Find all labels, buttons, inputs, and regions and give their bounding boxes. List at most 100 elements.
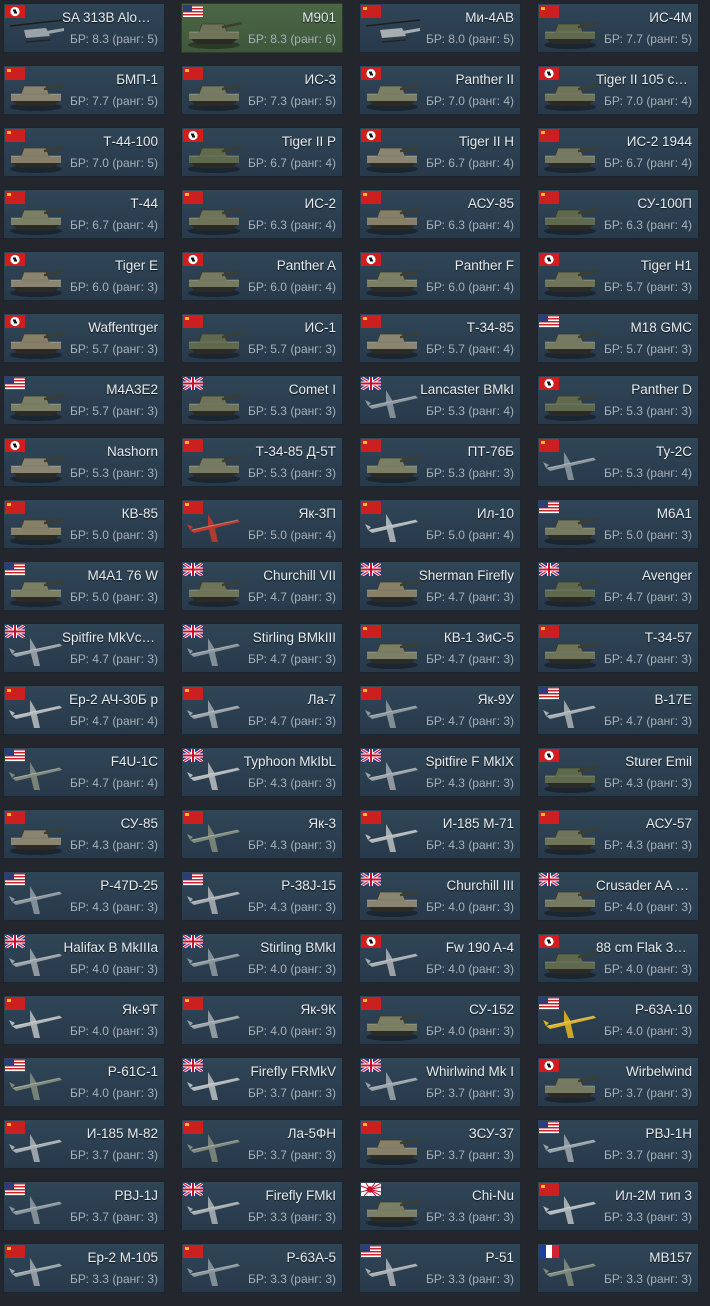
vehicle-card[interactable]: СУ-152 БР: 4.0 (ранг: 3) — [359, 995, 521, 1045]
vehicle-card[interactable]: Sturer Emil БР: 4.3 (ранг: 3) — [537, 747, 699, 797]
vehicle-card[interactable]: Nashorn БР: 5.3 (ранг: 3) — [3, 437, 165, 487]
vehicle-card[interactable]: Sherman Firefly БР: 4.7 (ранг: 3) — [359, 561, 521, 611]
battle-rating: БР: 6.7 (ранг: 4) — [248, 156, 336, 170]
vehicle-card[interactable]: Т-34-85 БР: 5.7 (ранг: 4) — [359, 313, 521, 363]
vehicle-card[interactable]: P-63A-5 БР: 3.3 (ранг: 3) — [181, 1243, 343, 1293]
vehicle-card[interactable]: Tiger II P БР: 6.7 (ранг: 4) — [181, 127, 343, 177]
ussr-flag-icon — [539, 5, 559, 18]
vehicle-card[interactable]: АСУ-85 БР: 6.3 (ранг: 4) — [359, 189, 521, 239]
vehicle-card[interactable]: P-61C-1 БР: 4.0 (ранг: 3) — [3, 1057, 165, 1107]
vehicle-card[interactable]: КВ-1 ЗиС-5 БР: 4.7 (ранг: 3) — [359, 623, 521, 673]
vehicle-card[interactable]: Comet I БР: 5.3 (ранг: 3) — [181, 375, 343, 425]
vehicle-card[interactable]: ИС-4М БР: 7.7 (ранг: 5) — [537, 3, 699, 53]
battle-rating: БР: 6.7 (ранг: 4) — [426, 156, 514, 170]
vehicle-card[interactable]: Ми-4АВ БР: 8.0 (ранг: 5) — [359, 3, 521, 53]
vehicle-card[interactable]: M6A1 БР: 5.0 (ранг: 3) — [537, 499, 699, 549]
vehicle-card[interactable]: Panther D БР: 5.3 (ранг: 3) — [537, 375, 699, 425]
vehicle-card[interactable]: Spitfire F MkIX БР: 4.3 (ранг: 3) — [359, 747, 521, 797]
vehicle-card[interactable]: Т-44 БР: 6.7 (ранг: 4) — [3, 189, 165, 239]
vehicle-card[interactable]: M901 БР: 8.3 (ранг: 6) — [181, 3, 343, 53]
vehicle-card[interactable]: Ла-5ФН БР: 3.7 (ранг: 3) — [181, 1119, 343, 1169]
vehicle-card[interactable]: БМП-1 БР: 7.7 (ранг: 5) — [3, 65, 165, 115]
vehicle-card[interactable]: Як-3 БР: 4.3 (ранг: 3) — [181, 809, 343, 859]
vehicle-card[interactable]: Т-34-57 БР: 4.7 (ранг: 3) — [537, 623, 699, 673]
vehicle-card[interactable]: Як-3П БР: 5.0 (ранг: 4) — [181, 499, 343, 549]
vehicle-card[interactable]: ПТ-76Б БР: 5.3 (ранг: 3) — [359, 437, 521, 487]
vehicle-card[interactable]: Як-9К БР: 4.0 (ранг: 3) — [181, 995, 343, 1045]
vehicle-card[interactable]: P-47D-25 БР: 4.3 (ранг: 3) — [3, 871, 165, 921]
vehicle-card[interactable]: Churchill III БР: 4.0 (ранг: 3) — [359, 871, 521, 921]
vehicle-card[interactable]: Tiger E БР: 6.0 (ранг: 3) — [3, 251, 165, 301]
vehicle-card[interactable]: Lancaster BMkI БР: 5.3 (ранг: 4) — [359, 375, 521, 425]
vehicle-card[interactable]: Ер-2 М-105 БР: 3.3 (ранг: 3) — [3, 1243, 165, 1293]
vehicle-card[interactable]: Ла-7 БР: 4.7 (ранг: 3) — [181, 685, 343, 735]
vehicle-card[interactable]: Tiger II 105 cm K… БР: 7.0 (ранг: 4) — [537, 65, 699, 115]
vehicle-card[interactable]: PBJ-1H БР: 3.7 (ранг: 3) — [537, 1119, 699, 1169]
vehicle-card[interactable]: Fw 190 A-4 БР: 4.0 (ранг: 3) — [359, 933, 521, 983]
vehicle-card[interactable]: Ту-2С БР: 5.3 (ранг: 4) — [537, 437, 699, 487]
vehicle-card[interactable]: Tiger H1 БР: 5.7 (ранг: 3) — [537, 251, 699, 301]
vehicle-card[interactable]: Як-9Т БР: 4.0 (ранг: 3) — [3, 995, 165, 1045]
vehicle-card[interactable]: Halifax B MkIIIa БР: 4.0 (ранг: 3) — [3, 933, 165, 983]
vehicle-card[interactable]: Т-44-100 БР: 7.0 (ранг: 5) — [3, 127, 165, 177]
vehicle-card[interactable]: ЗСУ-37 БР: 3.7 (ранг: 3) — [359, 1119, 521, 1169]
vehicle-card[interactable]: Spitfire MkVctrop БР: 4.7 (ранг: 3) — [3, 623, 165, 673]
vehicle-card[interactable]: Waffentrger БР: 5.7 (ранг: 3) — [3, 313, 165, 363]
vehicle-card[interactable]: Як-9У БР: 4.7 (ранг: 3) — [359, 685, 521, 735]
ussr-flag-icon — [5, 1245, 25, 1258]
vehicle-card[interactable]: Т-34-85 Д-5Т БР: 5.3 (ранг: 3) — [181, 437, 343, 487]
battle-rating: БР: 5.0 (ранг: 3) — [70, 590, 158, 604]
vehicle-card[interactable]: И-185 М-71 БР: 4.3 (ранг: 3) — [359, 809, 521, 859]
vehicle-card[interactable]: Churchill VII БР: 4.7 (ранг: 3) — [181, 561, 343, 611]
vehicle-card[interactable]: M18 GMC БР: 5.7 (ранг: 3) — [537, 313, 699, 363]
vehicle-card[interactable]: Ер-2 АЧ-30Б р БР: 4.7 (ранг: 4) — [3, 685, 165, 735]
battle-rating: БР: 4.7 (ранг: 3) — [248, 714, 336, 728]
vehicle-card[interactable]: 88 cm Flak 37 Sfl БР: 4.0 (ранг: 3) — [537, 933, 699, 983]
vehicle-name: F4U-1C — [110, 754, 158, 769]
vehicle-card[interactable]: Panther II БР: 7.0 (ранг: 4) — [359, 65, 521, 115]
vehicle-card[interactable]: SA 313B Alouette II БР: 8.3 (ранг: 5) — [3, 3, 165, 53]
vehicle-card[interactable]: Panther F БР: 6.0 (ранг: 4) — [359, 251, 521, 301]
vehicle-card[interactable]: P-51 БР: 3.3 (ранг: 3) — [359, 1243, 521, 1293]
vehicle-card[interactable]: Firefly FMkI БР: 3.3 (ранг: 3) — [181, 1181, 343, 1231]
vehicle-card[interactable]: АСУ-57 БР: 4.3 (ранг: 3) — [537, 809, 699, 859]
vehicle-card[interactable]: Stirling BMkI БР: 4.0 (ранг: 3) — [181, 933, 343, 983]
vehicle-name: Як-9К — [300, 1002, 336, 1017]
vehicle-name: Ла-7 — [307, 692, 336, 707]
vehicle-card[interactable]: Wirbelwind БР: 3.7 (ранг: 3) — [537, 1057, 699, 1107]
vehicle-card[interactable]: Firefly FRMkV БР: 3.7 (ранг: 3) — [181, 1057, 343, 1107]
vehicle-card[interactable]: Chi-Nu БР: 3.3 (ранг: 3) — [359, 1181, 521, 1231]
vehicle-card[interactable]: ИС-2 БР: 6.3 (ранг: 4) — [181, 189, 343, 239]
vehicle-card[interactable]: P-63A-10 БР: 4.0 (ранг: 3) — [537, 995, 699, 1045]
vehicle-name: Fw 190 A-4 — [445, 940, 514, 955]
vehicle-card[interactable]: ИС-2 1944 БР: 6.7 (ранг: 4) — [537, 127, 699, 177]
vehicle-card[interactable]: P-38J-15 БР: 4.3 (ранг: 3) — [181, 871, 343, 921]
vehicle-card[interactable]: Crusader AA MkII БР: 4.0 (ранг: 3) — [537, 871, 699, 921]
germany-flag-icon — [5, 315, 25, 328]
vehicle-card[interactable]: Avenger БР: 4.7 (ранг: 3) — [537, 561, 699, 611]
vehicle-card[interactable]: СУ-100П БР: 6.3 (ранг: 4) — [537, 189, 699, 239]
vehicle-card[interactable]: Ил-10 БР: 5.0 (ранг: 4) — [359, 499, 521, 549]
vehicle-card[interactable]: Ил-2М тип 3 БР: 3.3 (ранг: 3) — [537, 1181, 699, 1231]
vehicle-card[interactable]: B-17E БР: 4.7 (ранг: 3) — [537, 685, 699, 735]
ussr-flag-icon — [539, 811, 559, 824]
battle-rating: БР: 4.3 (ранг: 3) — [70, 900, 158, 914]
vehicle-card[interactable]: Stirling BMkIII БР: 4.7 (ранг: 3) — [181, 623, 343, 673]
vehicle-card[interactable]: ИС-3 БР: 7.3 (ранг: 5) — [181, 65, 343, 115]
vehicle-card[interactable]: PBJ-1J БР: 3.7 (ранг: 3) — [3, 1181, 165, 1231]
ussr-flag-icon — [183, 67, 203, 80]
vehicle-card[interactable]: Panther A БР: 6.0 (ранг: 4) — [181, 251, 343, 301]
vehicle-card[interactable]: И-185 М-82 БР: 3.7 (ранг: 3) — [3, 1119, 165, 1169]
vehicle-card[interactable]: M4A3E2 БР: 5.7 (ранг: 3) — [3, 375, 165, 425]
vehicle-card[interactable]: СУ-85 БР: 4.3 (ранг: 3) — [3, 809, 165, 859]
vehicle-card[interactable]: F4U-1C БР: 4.7 (ранг: 4) — [3, 747, 165, 797]
vehicle-card[interactable]: MB157 БР: 3.3 (ранг: 3) — [537, 1243, 699, 1293]
vehicle-card[interactable]: ИС-1 БР: 5.7 (ранг: 3) — [181, 313, 343, 363]
vehicle-name: Ту-2С — [656, 444, 692, 459]
vehicle-card[interactable]: Tiger II H БР: 6.7 (ранг: 4) — [359, 127, 521, 177]
vehicle-card[interactable]: Whirlwind Mk I БР: 3.7 (ранг: 3) — [359, 1057, 521, 1107]
vehicle-card[interactable]: M4A1 76 W БР: 5.0 (ранг: 3) — [3, 561, 165, 611]
battle-rating: БР: 3.3 (ранг: 3) — [248, 1210, 336, 1224]
vehicle-card[interactable]: КВ-85 БР: 5.0 (ранг: 3) — [3, 499, 165, 549]
vehicle-card[interactable]: Typhoon MkIbL БР: 4.3 (ранг: 3) — [181, 747, 343, 797]
